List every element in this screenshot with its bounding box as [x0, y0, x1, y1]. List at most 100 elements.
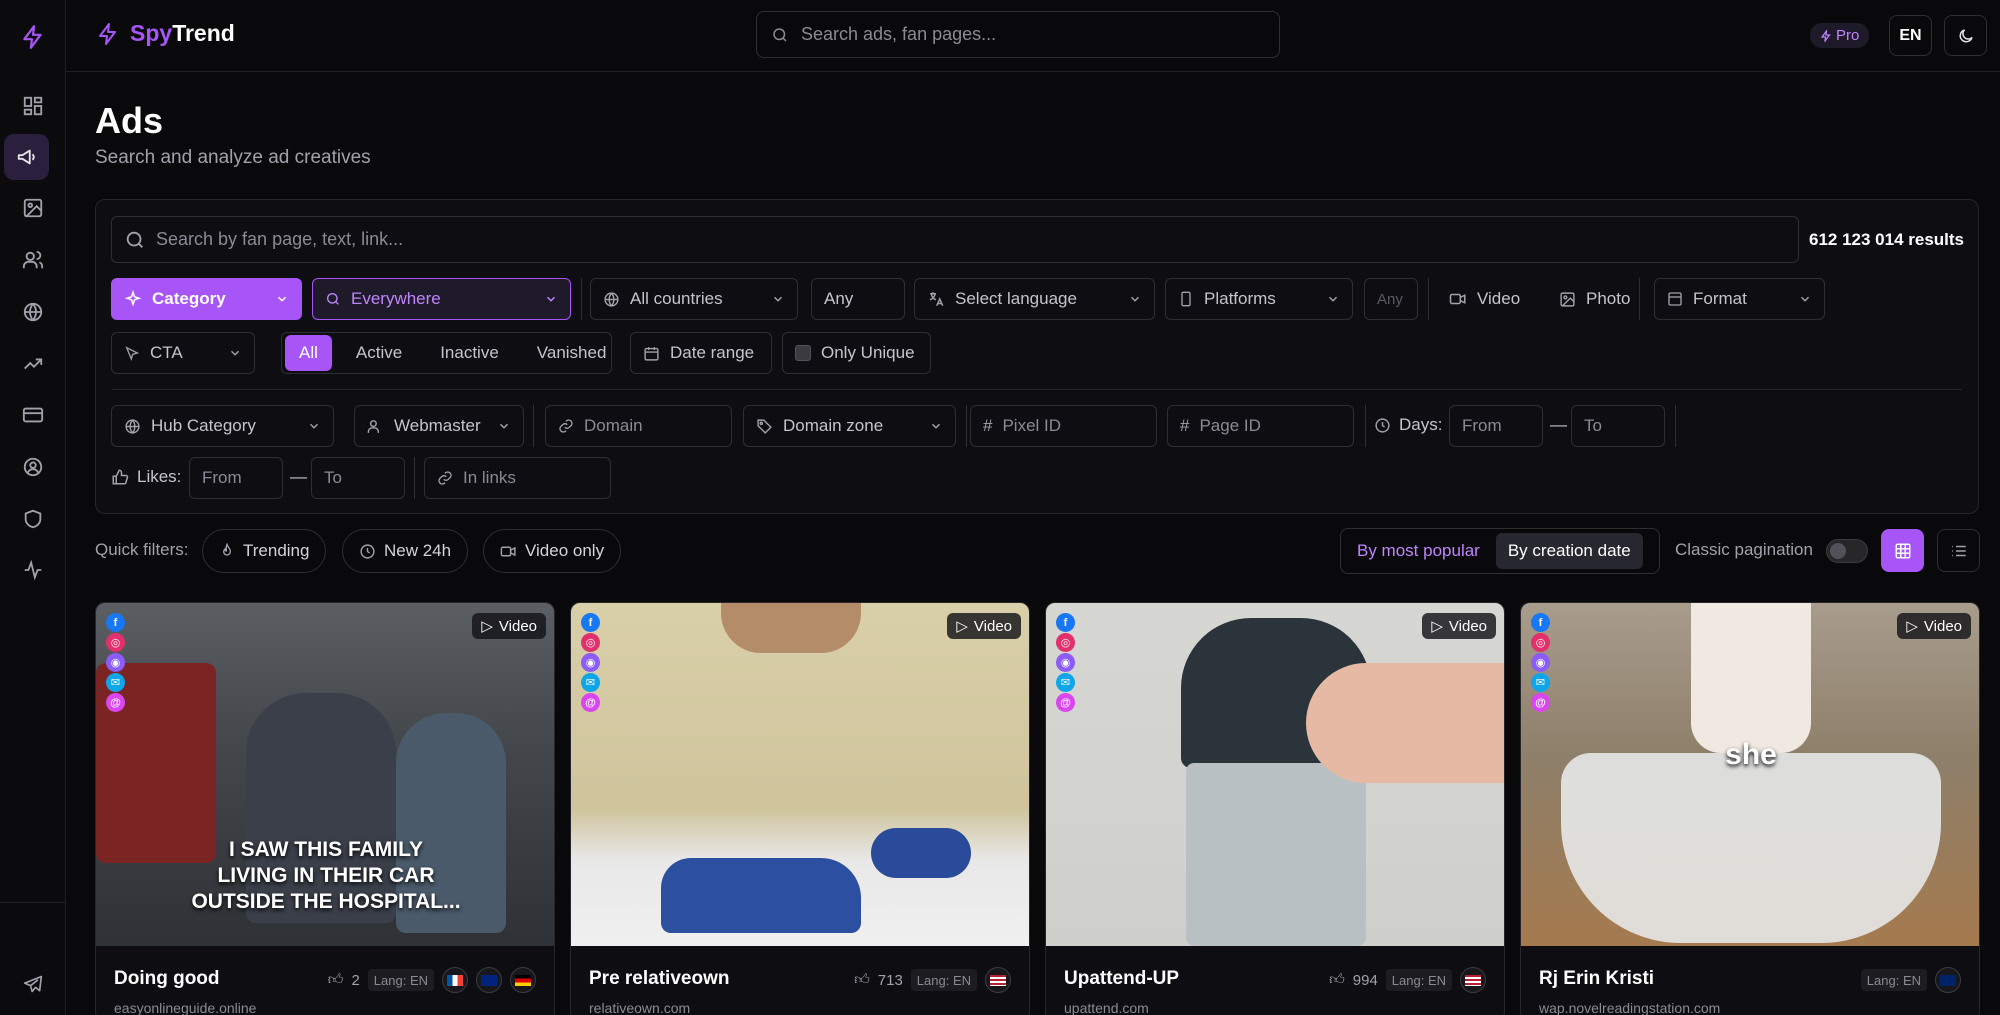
ad-card[interactable]: I SAW THIS FAMILY LIVING IN THEIR CAR OU…: [95, 602, 555, 1015]
ad-card[interactable]: f ◎ ◉ ✉ @ ▷ Video Upattend-UP upattend.co…: [1045, 602, 1505, 1015]
audience-network-icon: ◉: [1056, 653, 1075, 672]
play-icon: ▷: [1906, 618, 1918, 635]
global-search-input[interactable]: Search ads, fan pages...: [756, 11, 1280, 58]
range-dash: —: [1550, 415, 1567, 434]
ad-caption-line: she: [1725, 738, 1777, 771]
date-range-button[interactable]: Date range: [630, 332, 772, 374]
messenger-icon: ✉: [1056, 673, 1075, 692]
pro-badge[interactable]: Pro: [1810, 23, 1870, 48]
language-dropdown[interactable]: Select language: [914, 278, 1155, 320]
only-unique-checkbox[interactable]: Only Unique: [782, 332, 931, 374]
sidebar-rail: [0, 0, 66, 1015]
hash-icon: #: [1180, 416, 1190, 435]
language-button[interactable]: EN: [1889, 15, 1932, 56]
ads-megaphone-icon[interactable]: [4, 134, 49, 180]
domain-input[interactable]: Domain: [545, 405, 732, 447]
bolt-logo-icon[interactable]: [14, 18, 52, 56]
platform-any-select[interactable]: Any: [1364, 278, 1418, 320]
countries-dropdown[interactable]: All countries: [590, 278, 798, 320]
ad-card[interactable]: f ◎ ◉ ✉ @ ▷ Video Pre relativeown relativ…: [570, 602, 1030, 1015]
ad-card[interactable]: she f ◎ ◉ ✉ @ ▷ Video Rj Erin Kristi wap.…: [1520, 602, 1980, 1015]
chevron-down-icon: [309, 423, 319, 429]
list-view-button[interactable]: [1937, 529, 1980, 572]
facebook-icon: f: [1056, 613, 1075, 632]
search-scope-dropdown[interactable]: Everywhere: [312, 278, 571, 320]
ad-title[interactable]: Doing good: [114, 968, 220, 990]
classic-pagination-toggle[interactable]: [1826, 539, 1868, 563]
format-dropdown[interactable]: Format: [1654, 278, 1825, 320]
domain-zone-dropdown[interactable]: Domain zone: [743, 405, 956, 447]
bowl-shape: [1561, 753, 1941, 943]
likes-from-input[interactable]: From: [189, 457, 283, 499]
status-all-tab[interactable]: All: [285, 335, 332, 371]
global-search-placeholder: Search ads, fan pages...: [801, 24, 997, 44]
ad-title[interactable]: Rj Erin Kristi: [1539, 968, 1654, 990]
likes-label: Likes:: [137, 467, 182, 486]
globe-icon[interactable]: [11, 290, 55, 334]
days-from-placeholder: From: [1462, 416, 1502, 435]
in-links-input[interactable]: In links: [424, 457, 611, 499]
sort-creation-date[interactable]: By creation date: [1495, 533, 1643, 569]
quick-filter-video-only[interactable]: Video only: [483, 529, 622, 573]
days-to-input[interactable]: To: [1571, 405, 1665, 447]
users-icon[interactable]: [11, 238, 55, 282]
thumbs-up-icon: 👍︎: [1329, 971, 1345, 988]
theme-toggle-button[interactable]: [1944, 15, 1987, 56]
bolt-icon: [99, 22, 116, 45]
trending-icon[interactable]: [11, 342, 55, 386]
status-inactive-tab[interactable]: Inactive: [426, 335, 513, 371]
cta-dropdown[interactable]: CTA: [111, 332, 255, 374]
grid-view-button[interactable]: [1881, 529, 1924, 572]
telegram-icon[interactable]: [11, 962, 55, 1006]
video-filter-button[interactable]: Video: [1437, 278, 1547, 320]
quick-filter-video-only-label: Video only: [525, 541, 605, 560]
play-icon: ▷: [1431, 618, 1443, 635]
image-icon[interactable]: [11, 186, 55, 230]
days-from-input[interactable]: From: [1449, 405, 1543, 447]
ad-thumbnail[interactable]: she f ◎ ◉ ✉ @ ▷ Video: [1521, 603, 1979, 946]
ad-title[interactable]: Pre relativeown: [589, 968, 729, 990]
activity-icon[interactable]: [11, 548, 55, 592]
ad-thumbnail[interactable]: I SAW THIS FAMILY LIVING IN THEIR CAR OU…: [96, 603, 554, 946]
ads-search-input[interactable]: Search by fan page, text, link...: [111, 216, 1799, 263]
quick-filter-new-24h[interactable]: New 24h: [342, 529, 469, 573]
platforms-label: Platforms: [1204, 289, 1276, 308]
country-any-select[interactable]: Any: [811, 278, 905, 320]
days-label-group: Days:: [1374, 415, 1442, 435]
hub-category-dropdown[interactable]: Hub Category: [111, 405, 334, 447]
category-dropdown[interactable]: Category: [111, 278, 302, 320]
ad-domain[interactable]: wap.novelreadingstation.com: [1539, 1000, 1720, 1015]
status-vanished-tab[interactable]: Vanished: [523, 335, 621, 371]
quick-filter-trending[interactable]: Trending: [202, 529, 327, 573]
likes-to-input[interactable]: To: [311, 457, 405, 499]
platforms-dropdown[interactable]: Platforms: [1165, 278, 1353, 320]
ad-thumbnail[interactable]: f ◎ ◉ ✉ @ ▷ Video: [571, 603, 1029, 946]
shield-icon[interactable]: [11, 497, 55, 541]
brand-logo[interactable]: SpyTrend: [96, 20, 235, 47]
platform-icons: f ◎ ◉ ✉ @: [581, 613, 600, 712]
ad-domain[interactable]: relativeown.com: [589, 1000, 690, 1015]
ad-domain[interactable]: easyonlineguide.online: [114, 1000, 256, 1015]
ad-title[interactable]: Upattend-UP: [1064, 968, 1179, 990]
sort-most-popular[interactable]: By most popular: [1345, 533, 1492, 569]
credit-card-icon[interactable]: [11, 393, 55, 437]
page-id-input[interactable]: # Page ID: [1167, 405, 1354, 447]
dashboard-icon[interactable]: [11, 84, 55, 128]
pixel-id-input[interactable]: # Pixel ID: [970, 405, 1157, 447]
range-dash: —: [290, 467, 307, 486]
status-active-tab[interactable]: Active: [342, 335, 416, 371]
pixel-id-placeholder: Pixel ID: [1002, 416, 1062, 435]
ad-meta: 👍︎ 994 Lang: EN: [1329, 967, 1486, 993]
webmaster-dropdown[interactable]: Webmaster: [354, 405, 524, 447]
only-unique-label: Only Unique: [821, 343, 915, 362]
photo-filter-button[interactable]: Photo: [1547, 278, 1657, 320]
divider: [1365, 405, 1366, 447]
ad-thumbnail[interactable]: f ◎ ◉ ✉ @ ▷ Video: [1046, 603, 1504, 946]
link-icon: [559, 419, 573, 433]
pro-label: Pro: [1836, 27, 1860, 44]
user-circle-icon[interactable]: [11, 445, 55, 489]
photo-filter-label: Photo: [1586, 289, 1631, 308]
link-icon: [438, 471, 452, 485]
classic-pagination-label: Classic pagination: [1675, 540, 1813, 559]
ad-domain[interactable]: upattend.com: [1064, 1000, 1149, 1015]
